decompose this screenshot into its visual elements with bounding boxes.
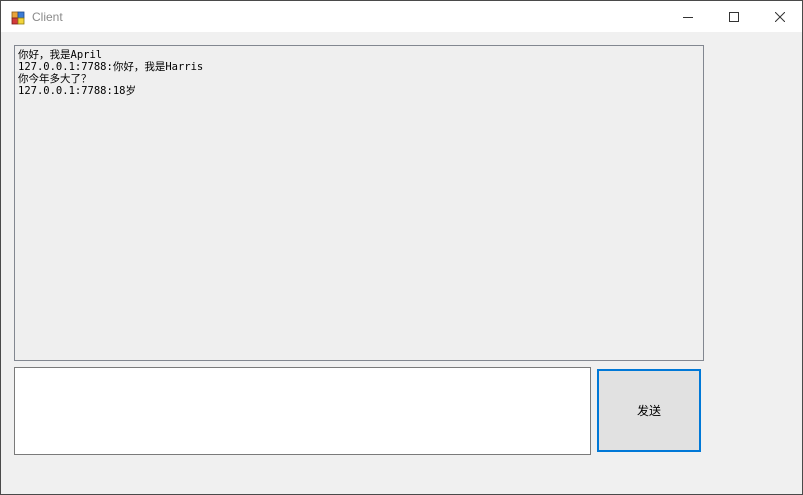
chat-log-textbox[interactable]: 你好，我是April 127.0.0.1:7788:你好，我是Harris 你今… (14, 45, 704, 361)
close-button[interactable] (757, 1, 802, 32)
minimize-icon (683, 7, 693, 26)
client-window: Client 你好，我是April 127.0.0.1:7788:你好，我是Ha… (0, 0, 803, 495)
close-icon (774, 7, 786, 26)
maximize-button[interactable] (711, 1, 757, 32)
chat-line: 127.0.0.1:7788:你好，我是Harris (18, 61, 204, 73)
message-input[interactable] (14, 367, 591, 455)
windows-forms-app-icon (11, 10, 25, 25)
maximize-icon (729, 7, 739, 26)
chat-line: 你好，我是April (18, 49, 103, 61)
chat-line: 127.0.0.1:7788:18岁 (18, 85, 136, 97)
title-bar[interactable]: Client (1, 1, 802, 32)
chat-line: 你今年多大了？ (18, 73, 92, 85)
minimize-button[interactable] (665, 1, 711, 32)
send-button[interactable]: 发送 (597, 369, 701, 452)
window-title: Client (32, 10, 63, 24)
send-button-label: 发送 (636, 404, 661, 418)
